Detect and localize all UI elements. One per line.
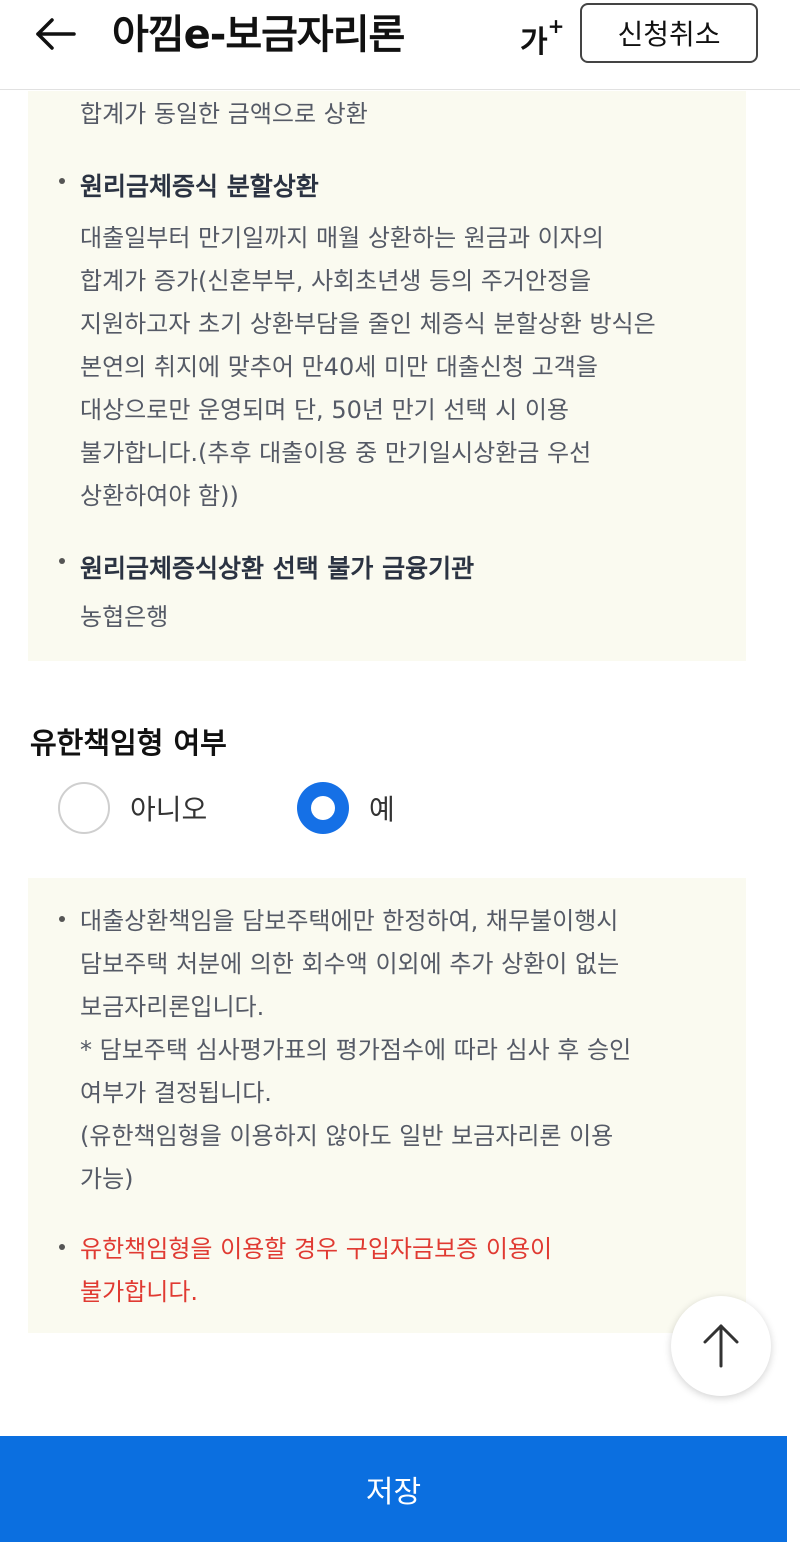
item-text-line: 불가합니다.(추후 대출이용 중 만기일시상환금 우선	[80, 439, 592, 467]
arrow-up-icon	[703, 1324, 739, 1368]
note-line: 여부가 결정됩니다.	[80, 1079, 272, 1107]
app-header: 아낌e-보금자리론 가+ 신청취소	[0, 0, 800, 90]
cancel-application-button[interactable]: 신청취소	[580, 3, 758, 63]
item-text-line: 지원하고자 초기 상환부담을 줄인 체증식 분할상환 방식은	[80, 310, 656, 338]
radio-option-yes[interactable]: 예	[297, 780, 395, 836]
font-size-label: 가	[520, 25, 548, 60]
note-line: 담보주택 처분에 의한 회수액 이외에 추가 상환이 없는	[80, 950, 620, 978]
arrow-left-icon	[36, 18, 76, 50]
limited-liability-title: 유한책임형 여부	[30, 726, 227, 760]
note-line: (유한책임형을 이용하지 않아도 일반 보금자리론 이용	[80, 1122, 614, 1150]
radio-button-no[interactable]	[58, 782, 110, 834]
note-line: 가능)	[80, 1165, 134, 1193]
intro-line: 합계가 동일한 금액으로 상환	[80, 100, 368, 128]
item-text-line: 농협은행	[80, 603, 169, 631]
radio-label-yes: 예	[369, 793, 395, 826]
note-line: 보금자리론입니다.	[80, 993, 265, 1021]
font-size-plus: +	[547, 14, 565, 38]
note-line: 대출상환책임을 담보주택에만 한정하여, 채무불이행시	[80, 907, 619, 935]
item-title-restricted-banks: 원리금체증식상환 선택 불가 금융기관	[80, 554, 475, 583]
item-title-graduated-repayment: 원리금체증식 분할상환	[80, 172, 319, 201]
radio-label-no: 아니오	[130, 793, 208, 826]
item-text-line: 본연의 취지에 맞추어 만40세 미만 대출신청 고객을	[80, 353, 598, 381]
back-button[interactable]	[30, 14, 80, 54]
warning-line: 유한책임형을 이용할 경우 구입자금보증 이용이	[80, 1235, 553, 1263]
bullet	[59, 916, 65, 922]
scroll-to-top-button[interactable]	[671, 1296, 771, 1396]
radio-button-yes[interactable]	[297, 782, 349, 834]
limited-liability-info-box: 대출상환책임을 담보주택에만 한정하여, 채무불이행시 담보주택 처분에 의한 …	[28, 878, 746, 1333]
item-text-line: 합계가 증가(신혼부부, 사회초년생 등의 주거안정을	[80, 267, 592, 295]
item-text-line: 대출일부터 만기일까지 매월 상환하는 원금과 이자의	[80, 224, 604, 252]
bullet	[59, 558, 65, 564]
radio-option-no[interactable]: 아니오	[58, 780, 207, 836]
save-button[interactable]: 저장	[0, 1436, 787, 1542]
warning-line: 불가합니다.	[80, 1278, 199, 1306]
bullet	[59, 178, 65, 184]
font-size-button[interactable]: 가+	[520, 12, 570, 60]
item-text-line: 상환하여야 함))	[80, 482, 239, 510]
item-text-line: 대상으로만 운영되며 단, 50년 만기 선택 시 이용	[80, 396, 570, 424]
repayment-info-box: 합계가 동일한 금액으로 상환 원리금체증식 분할상환 대출일부터 만기일까지 …	[28, 91, 746, 661]
note-line: * 담보주택 심사평가표의 평가점수에 따라 심사 후 승인	[80, 1036, 632, 1064]
bullet	[59, 1244, 65, 1250]
page-title: 아낌e-보금자리론	[112, 12, 405, 58]
